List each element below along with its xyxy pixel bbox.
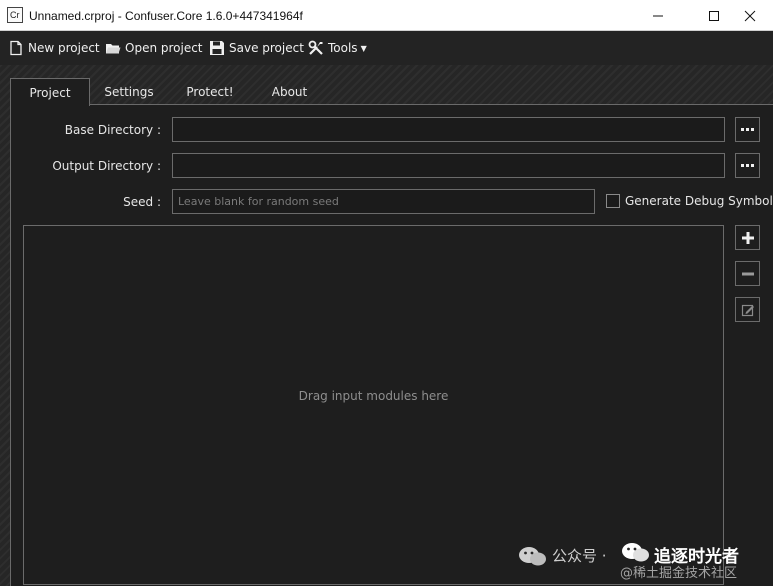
remove-module-button[interactable] — [735, 261, 760, 286]
minimize-icon — [653, 15, 663, 16]
open-project-label: Open project — [125, 41, 203, 55]
wechat-logo-icon — [519, 547, 546, 566]
module-drop-zone[interactable]: Drag input modules here — [23, 225, 724, 585]
watermark-line-3: @稀土掘金技术社区 — [620, 566, 738, 581]
tab-settings[interactable]: Settings — [90, 78, 168, 105]
tab-about-label: About — [271, 84, 308, 99]
tools-icon — [308, 40, 323, 55]
title-bar: Cr Unnamed.crproj - Confuser.Core 1.6.0+… — [0, 0, 773, 31]
tools-label: Tools — [328, 41, 358, 55]
tab-protect[interactable]: Protect! — [168, 78, 252, 105]
window-title: Unnamed.crproj - Confuser.Core 1.6.0+447… — [29, 9, 303, 23]
watermark: 公众号 · 追逐时光者 @稀土掘金技术社区 — [516, 540, 773, 586]
save-project-label: Save project — [229, 41, 304, 55]
tab-project[interactable]: Project — [10, 78, 90, 106]
app-icon-text: Cr — [10, 10, 20, 20]
toolbar: New project Open project Save project To… — [0, 31, 773, 65]
main-area: Project Settings Protect! About Base Dir… — [0, 65, 773, 586]
output-directory-browse-button[interactable] — [735, 153, 760, 178]
chevron-down-icon: ▼ — [360, 43, 367, 53]
save-project-button[interactable]: Save project — [209, 38, 304, 58]
new-project-label: New project — [28, 41, 100, 55]
tab-about[interactable]: About — [252, 78, 327, 105]
tools-menu-button[interactable]: Tools ▼ — [308, 38, 367, 58]
wechat-logo-icon — [622, 543, 649, 562]
close-icon — [744, 10, 756, 21]
add-module-button[interactable] — [735, 225, 760, 250]
minus-icon — [741, 272, 754, 275]
project-panel: Base Directory : Output Directory : Seed… — [10, 104, 773, 586]
maximize-icon — [709, 10, 719, 21]
watermark-line-1: 公众号 · — [552, 547, 607, 565]
new-file-icon — [10, 40, 22, 56]
debug-symbols-label[interactable]: Generate Debug Symbols — [625, 194, 773, 208]
drop-hint-text: Drag input modules here — [298, 389, 449, 403]
close-button[interactable] — [727, 0, 773, 31]
seed-field[interactable] — [172, 189, 595, 214]
edit-module-button[interactable] — [735, 297, 760, 322]
base-directory-label: Base Directory : — [64, 123, 161, 137]
new-project-button[interactable]: New project — [8, 38, 100, 58]
edit-icon — [741, 304, 754, 316]
base-directory-field[interactable] — [172, 117, 725, 142]
debug-symbols-checkbox[interactable] — [606, 194, 620, 208]
tab-settings-label: Settings — [104, 84, 154, 99]
plus-icon — [741, 231, 754, 244]
open-project-button[interactable]: Open project — [105, 38, 203, 58]
ellipsis-icon — [741, 128, 754, 131]
minimize-button[interactable] — [635, 0, 681, 31]
open-folder-icon — [106, 44, 121, 54]
tab-protect-label: Protect! — [186, 84, 234, 99]
seed-label: Seed : — [123, 195, 161, 209]
tab-project-label: Project — [29, 85, 71, 100]
output-directory-label: Output Directory : — [52, 159, 161, 173]
app-icon: Cr — [7, 7, 23, 23]
output-directory-field[interactable] — [172, 153, 725, 178]
base-directory-browse-button[interactable] — [735, 117, 760, 142]
save-disk-icon — [210, 41, 224, 55]
ellipsis-icon — [741, 164, 754, 167]
